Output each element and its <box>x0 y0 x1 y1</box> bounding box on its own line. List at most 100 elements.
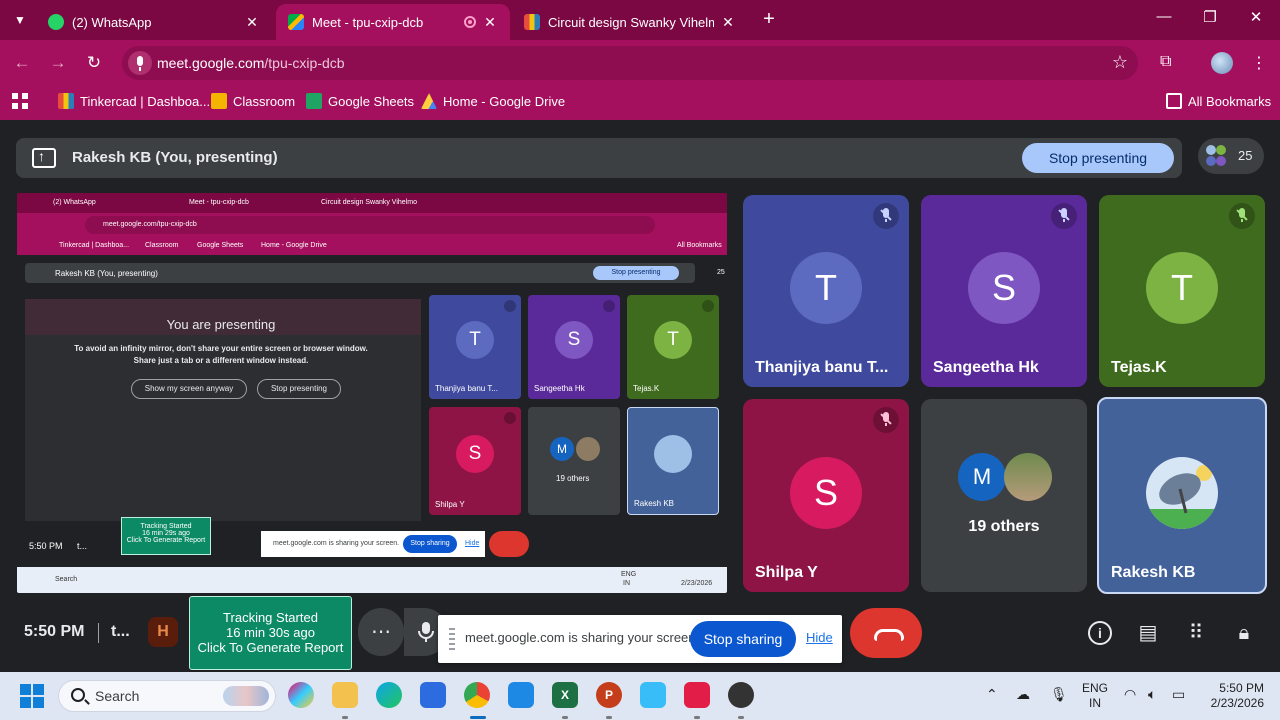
drag-handle-icon[interactable] <box>449 628 455 650</box>
chat-icon[interactable]: ▤ <box>1136 621 1160 645</box>
url-host: meet.google.com <box>157 55 265 71</box>
app-icon[interactable] <box>684 682 710 708</box>
participant-tile[interactable]: S Sangeetha Hk <box>921 195 1087 387</box>
all-bookmarks[interactable]: All Bookmarks <box>1166 93 1271 109</box>
windows-start-icon[interactable] <box>20 684 44 708</box>
preview-controls: 5:50 PM t... Tracking Started 16 min 29s… <box>17 517 727 567</box>
battery-icon[interactable]: ▭ <box>1172 686 1185 703</box>
host-controls-icon[interactable]: 🔒︎ <box>1232 621 1256 645</box>
edge-icon[interactable] <box>376 682 402 708</box>
self-tile[interactable]: Rakesh KB <box>1097 397 1267 594</box>
extension-icon[interactable]: H <box>148 617 178 647</box>
others-tile[interactable]: M 19 others <box>921 399 1087 592</box>
photos-icon[interactable] <box>508 682 534 708</box>
language-indicator[interactable]: ENG IN <box>1078 681 1112 711</box>
taskbar-search[interactable]: Search <box>58 680 276 712</box>
powerpoint-icon[interactable]: P <box>596 682 622 708</box>
participants-button[interactable]: 25 <box>1198 138 1264 174</box>
recording-indicator-icon <box>464 16 476 28</box>
participant-tile[interactable]: T Tejas.K <box>1099 195 1265 387</box>
extensions-icon[interactable]: ⧉ <box>1160 53 1171 71</box>
participant-tile[interactable]: T Thanjiya banu T... <box>743 195 909 387</box>
meeting-code[interactable]: t... <box>111 623 130 641</box>
screen-share-notice: meet.google.com is sharing your screen. … <box>438 615 842 663</box>
search-icon <box>71 688 85 702</box>
preview-count: 25 <box>717 269 725 276</box>
meeting-clock: 5:50 PM <box>24 623 85 640</box>
back-icon[interactable]: ← <box>12 53 32 73</box>
presenting-label: Rakesh KB (You, presenting) <box>72 149 278 166</box>
forward-icon[interactable]: → <box>48 53 68 73</box>
preview-code: t... <box>77 541 88 551</box>
preview-tab-strip: (2) WhatsApp Meet - tpu-cxip-dcb Circuit… <box>17 193 727 213</box>
reload-icon[interactable]: ↻ <box>84 53 104 73</box>
language-code: ENG <box>1081 681 1108 695</box>
restore-icon[interactable]: ❐ <box>1198 8 1222 26</box>
chrome-icon[interactable] <box>464 682 490 708</box>
satellite-dish-avatar <box>1146 456 1218 529</box>
bookmark-tinkercad[interactable]: Tinkercad | Dashboa... <box>58 93 210 109</box>
window-close-icon[interactable]: ✕ <box>1244 8 1268 26</box>
bookmark-classroom[interactable]: Classroom <box>211 93 295 109</box>
stop-presenting-button[interactable]: Stop presenting <box>1022 143 1174 173</box>
preview-bookmark: Home - Google Drive <box>261 242 327 249</box>
notepad-icon[interactable] <box>640 682 666 708</box>
bookmark-star-icon[interactable]: ☆ <box>1112 52 1128 73</box>
show-hidden-icons-icon[interactable]: ⌃ <box>986 686 998 703</box>
tracking-report-button[interactable]: Tracking Started 16 min 30s ago Click To… <box>189 596 352 670</box>
minimize-icon[interactable]: — <box>1152 8 1176 25</box>
stop-presenting-small-button[interactable]: Stop presenting <box>257 379 341 399</box>
system-clock[interactable]: 5:50 PM 2/23/2026 <box>1198 681 1264 711</box>
preview-bookmark: Google Sheets <box>197 242 244 249</box>
preview-bookmark: Tinkercad | Dashboa... <box>59 242 130 249</box>
preview-tab-title: Meet - tpu-cxip-dcb <box>189 199 249 206</box>
microphone-tray-icon[interactable]: 🎙︎ <box>1050 686 1068 703</box>
microsoft-store-icon[interactable] <box>420 682 446 708</box>
tab-meet[interactable]: Meet - tpu-cxip-dcb ✕ <box>276 4 510 40</box>
preview-stop-presenting: Stop presenting <box>593 266 679 280</box>
new-tab-button[interactable]: + <box>758 8 780 30</box>
google-meet-icon <box>288 14 304 30</box>
tab-circuit-design[interactable]: Circuit design Swanky Vihelmo ✕ <box>512 4 748 40</box>
wifi-icon[interactable]: ◠ <box>1124 686 1136 703</box>
copilot-icon[interactable] <box>288 682 314 708</box>
recorder-icon[interactable] <box>728 682 754 708</box>
folder-icon <box>1166 93 1182 109</box>
bookmark-google-sheets[interactable]: Google Sheets <box>306 93 414 109</box>
preview-name: Shilpa Y <box>435 500 465 509</box>
tab-whatsapp[interactable]: (2) WhatsApp ✕ <box>36 4 272 40</box>
mirror-warning-line2: Share just a tab or a different window i… <box>133 356 309 365</box>
tab-search-dropdown[interactable]: ▼ <box>8 8 32 32</box>
preview-presenting-banner: Rakesh KB (You, presenting) Stop present… <box>25 263 725 283</box>
onedrive-icon[interactable]: ☁ <box>1016 686 1030 703</box>
profile-avatar[interactable] <box>1211 52 1233 74</box>
leave-call-button[interactable] <box>850 608 922 658</box>
infinity-mirror-warning: You are presenting To avoid an infinity … <box>31 317 411 437</box>
more-options-button[interactable]: ⋯ <box>358 608 404 656</box>
search-highlight-art <box>223 686 269 706</box>
apps-grid-icon[interactable] <box>12 93 28 109</box>
stop-sharing-button[interactable]: Stop sharing <box>690 621 796 657</box>
tracking-line: Click To Generate Report <box>197 640 344 655</box>
close-tab-icon[interactable]: ✕ <box>720 14 736 31</box>
microphone-in-use-icon[interactable] <box>128 51 152 75</box>
tab-title: Meet - tpu-cxip-dcb <box>312 14 424 30</box>
file-explorer-icon[interactable] <box>332 682 358 708</box>
bookmark-google-drive[interactable]: Home - Google Drive <box>421 93 565 109</box>
address-bar[interactable]: meet.google.com/tpu-cxip-dcb ☆ <box>122 46 1138 80</box>
hide-notice-link[interactable]: Hide <box>806 630 833 645</box>
preview-taskbar: Search ENG IN 2/23/2026 <box>17 567 727 593</box>
preview-tile: Rakesh KB <box>627 407 719 515</box>
bookmark-label: All Bookmarks <box>1188 93 1272 109</box>
excel-icon[interactable]: X <box>552 682 578 708</box>
preview-name: Thanjiya banu T... <box>435 384 499 393</box>
participant-tile[interactable]: S Shilpa Y <box>743 399 909 592</box>
chrome-menu-icon[interactable]: ⋮ <box>1251 53 1267 73</box>
meeting-info-icon[interactable]: i <box>1088 621 1112 645</box>
close-tab-icon[interactable]: ✕ <box>244 14 260 31</box>
volume-icon[interactable]: 🔈︎ <box>1148 686 1156 703</box>
region-code: IN <box>1089 696 1101 710</box>
close-tab-icon[interactable]: ✕ <box>482 14 498 31</box>
activities-grid-icon[interactable]: ⠿ <box>1184 621 1208 645</box>
show-screen-anyway-button[interactable]: Show my screen anyway <box>131 379 247 399</box>
